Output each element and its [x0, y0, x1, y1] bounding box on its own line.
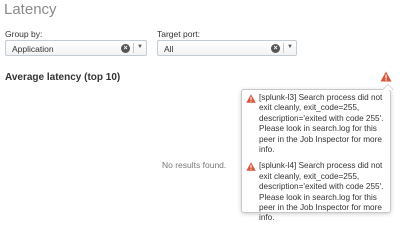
error-message: [splunk-l4] Search process did not exit …	[246, 161, 386, 223]
popover-arrow	[382, 84, 394, 90]
page-title: Latency	[4, 1, 57, 18]
error-message: [splunk-l3] Search process did not exit …	[246, 93, 386, 155]
clear-icon[interactable]: ×	[121, 44, 130, 53]
caret-down-icon[interactable]: ▼	[137, 44, 143, 50]
error-message-text: [splunk-l3] Search process did not exit …	[259, 93, 384, 155]
error-popover: [splunk-l3] Search process did not exit …	[241, 84, 394, 222]
group-by-value: Application	[12, 43, 54, 54]
caret-down-icon[interactable]: ▼	[287, 44, 293, 50]
select-divider	[283, 43, 284, 53]
select-divider	[133, 43, 134, 53]
warning-icon	[246, 94, 256, 103]
clear-icon[interactable]: ×	[271, 44, 280, 53]
group-by-select[interactable]: Application × ▼	[5, 40, 147, 56]
target-port-value: All	[164, 43, 174, 54]
target-port-label: Target port:	[157, 29, 200, 39]
panel-title: Average latency (top 10)	[5, 72, 121, 83]
warning-icon[interactable]	[380, 71, 392, 82]
no-results-text: No results found.	[162, 160, 227, 170]
target-port-select[interactable]: All × ▼	[157, 40, 297, 56]
error-message-text: [splunk-l4] Search process did not exit …	[259, 161, 384, 223]
group-by-label: Group by:	[5, 29, 43, 39]
warning-icon	[246, 162, 256, 172]
